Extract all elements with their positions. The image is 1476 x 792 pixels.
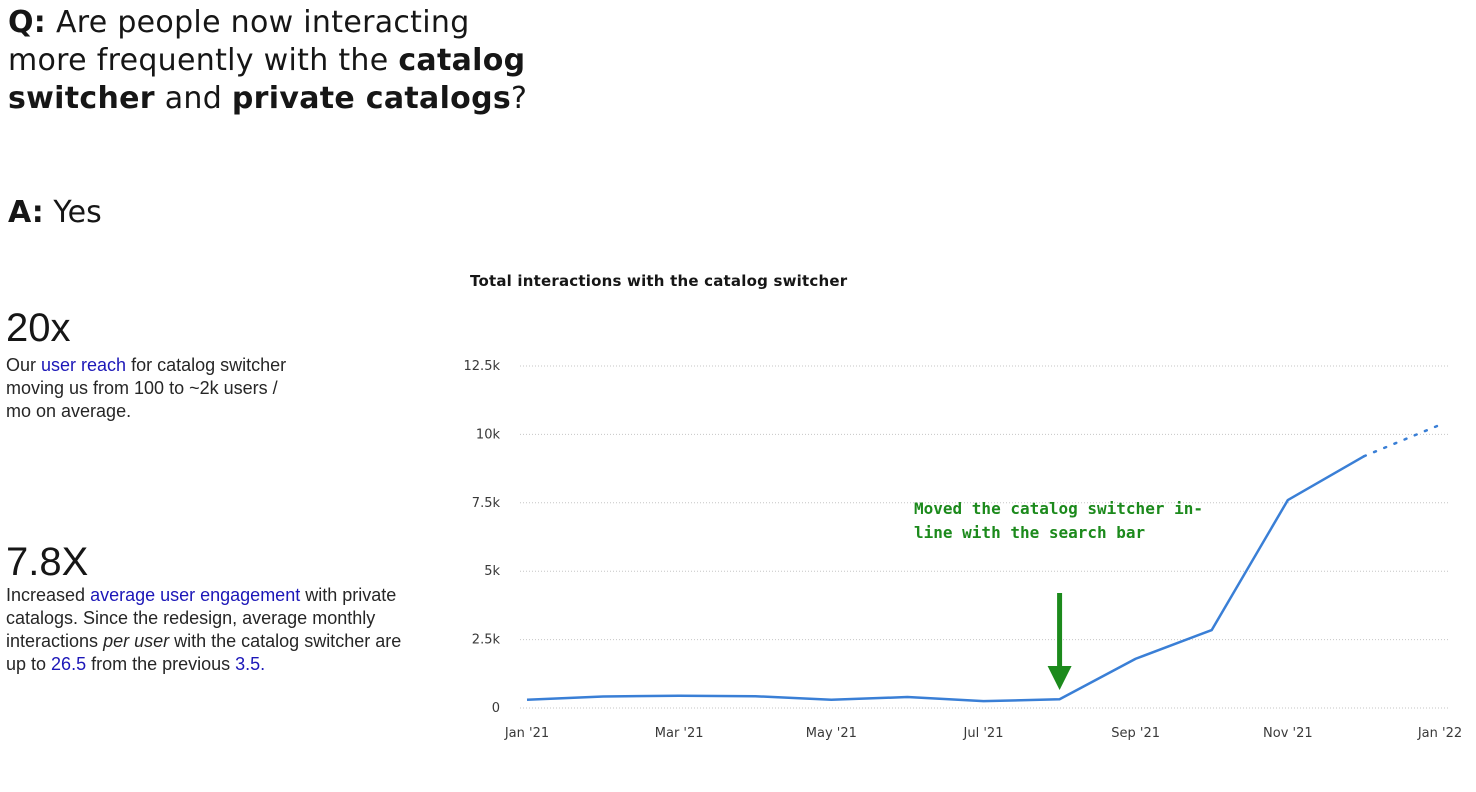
- series-line: [526, 455, 1365, 703]
- y-tick-label: 2.5k: [472, 633, 501, 648]
- y-tick-label: 0: [492, 701, 500, 716]
- x-tick-label: Mar '21: [655, 726, 704, 741]
- x-tick-label: Nov '21: [1263, 726, 1313, 741]
- x-tick-label: May '21: [806, 726, 857, 741]
- y-tick-label: 7.5k: [472, 496, 501, 511]
- x-tick-label: Jan '21: [504, 726, 549, 741]
- series-projection-line: [1362, 423, 1442, 458]
- y-tick-label: 10k: [476, 427, 501, 442]
- y-tick-label: 5k: [484, 564, 500, 579]
- annotation-arrow-head-icon: [1047, 666, 1072, 690]
- chart-annotation: Moved the catalog switcher in-line with …: [914, 499, 1203, 542]
- x-tick-label: Jan '22: [1417, 726, 1462, 741]
- x-tick-label: Sep '21: [1111, 726, 1160, 741]
- x-tick-label: Jul '21: [963, 726, 1004, 741]
- y-tick-label: 12.5k: [464, 359, 501, 374]
- line-chart: 0 2.5k 5k 7.5k 10k 12.5k Jan '21 Mar '21 May '21…: [464, 359, 1463, 741]
